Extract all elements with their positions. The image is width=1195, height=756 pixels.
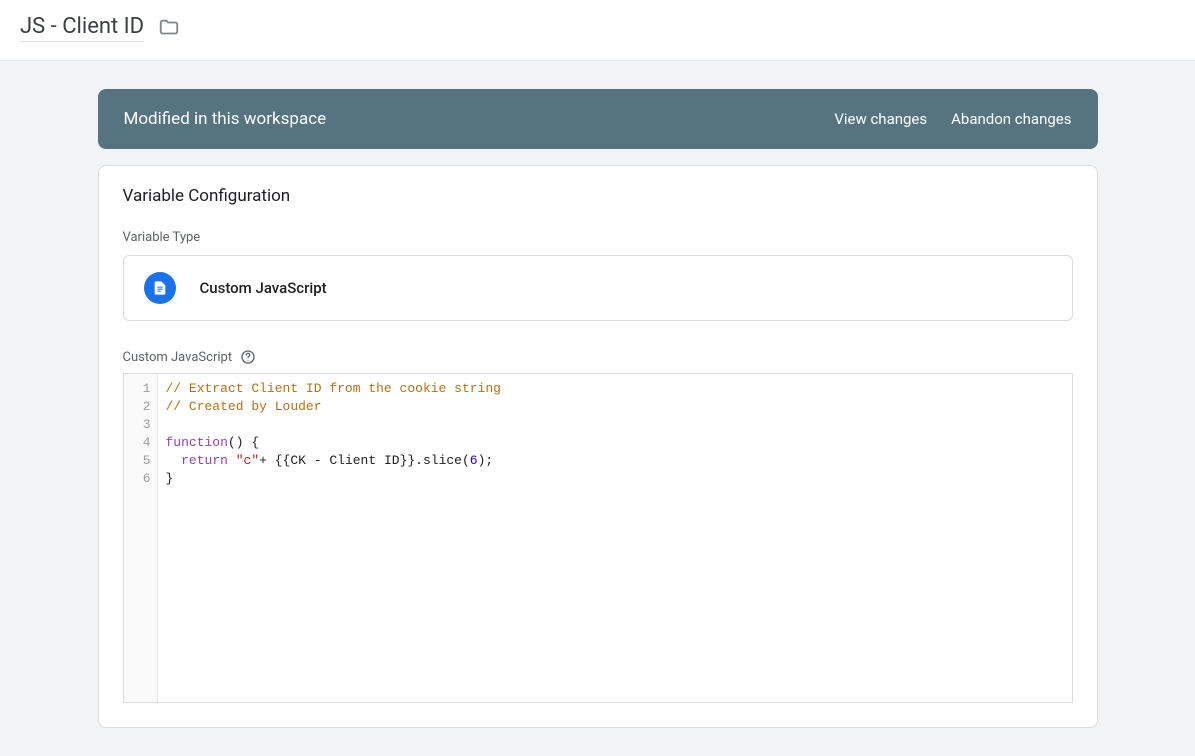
help-icon[interactable] — [240, 349, 256, 365]
workspace-status-banner: Modified in this workspace View changes … — [98, 89, 1098, 149]
code-line — [166, 416, 1064, 434]
line-number: 6 — [136, 470, 151, 488]
header-bar: JS - Client ID — [0, 0, 1195, 61]
variable-type-selector[interactable]: Custom JavaScript — [123, 255, 1073, 321]
page-title[interactable]: JS - Client ID — [20, 14, 144, 42]
variable-configuration-card: Variable Configuration Variable Type Cus… — [98, 165, 1098, 728]
line-number: 2 — [136, 398, 151, 416]
code-gutter: 1 2 3 4 5 6 — [124, 374, 158, 702]
line-number: 3 — [136, 416, 151, 434]
view-changes-link[interactable]: View changes — [834, 110, 927, 128]
line-number: 5 — [136, 452, 151, 470]
line-number: 1 — [136, 380, 151, 398]
variable-type-value: Custom JavaScript — [200, 279, 327, 297]
abandon-changes-link[interactable]: Abandon changes — [951, 110, 1071, 128]
variable-type-label: Variable Type — [123, 230, 1073, 245]
code-area[interactable]: // Extract Client ID from the cookie str… — [158, 374, 1072, 702]
code-line: } — [166, 470, 1064, 488]
workspace-status-actions: View changes Abandon changes — [834, 110, 1071, 128]
folder-icon[interactable] — [158, 17, 180, 39]
custom-js-editor[interactable]: 1 2 3 4 5 6 // Extract Client ID from th… — [123, 373, 1073, 703]
custom-js-label: Custom JavaScript — [123, 350, 233, 365]
document-icon — [144, 272, 176, 304]
content-area: Modified in this workspace View changes … — [0, 61, 1195, 756]
line-number: 4 — [136, 434, 151, 452]
code-line: return "c"+ {{CK - Client ID}}.slice(6); — [166, 452, 1064, 470]
config-card-title: Variable Configuration — [123, 186, 1073, 206]
code-line: function() { — [166, 434, 1064, 452]
code-line: // Extract Client ID from the cookie str… — [166, 380, 1064, 398]
workspace-status-text: Modified in this workspace — [124, 109, 327, 129]
code-line: // Created by Louder — [166, 398, 1064, 416]
